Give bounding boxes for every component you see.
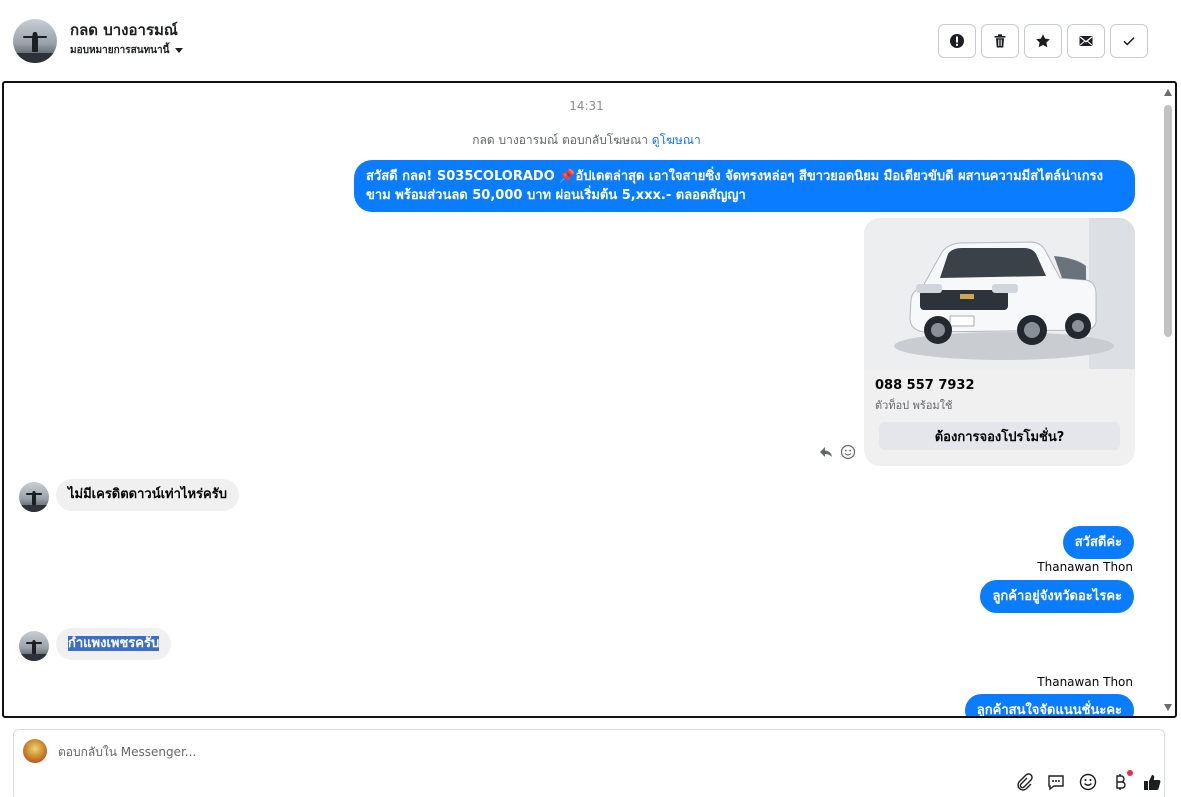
assign-label: มอบหมายการสนทนานี้ [70, 45, 170, 56]
outgoing-message-bubble: สวัสดีค่ะ [1062, 526, 1134, 559]
selected-text: กำแพงเพชรครับ [68, 636, 160, 651]
star-icon [1036, 34, 1050, 48]
pickup-truck-illustration [864, 218, 1135, 369]
sender-name: Thanawan Thon [1037, 675, 1133, 689]
checkmark-icon [1123, 37, 1135, 46]
ad-message-line1: สวัสดี กลด! S035COLORADO 📌อัปเดตล่าสุด เ… [366, 169, 1103, 184]
scroll-up-arrow-icon[interactable] [1164, 89, 1172, 96]
assign-conversation-dropdown[interactable]: มอบหมายการสนทนานี้ [70, 43, 184, 58]
caret-down-icon [175, 48, 184, 53]
envelope-icon [1079, 36, 1093, 46]
contact-message-avatar[interactable] [19, 631, 49, 661]
ad-card[interactable]: 088 557 7932 ตัวท็อป พร้อมใช้ ต้องการจอง… [864, 218, 1135, 466]
incoming-message-bubble: ไม่มีเครดิตดาวน์เท่าไหร่ครับ [56, 479, 239, 511]
exclamation-icon [950, 34, 964, 48]
message-timestamp: 14:31 [569, 99, 604, 113]
conversation-actions [938, 24, 1148, 58]
outgoing-message-bubble: ลูกค้าอยู่จังหวัดอะไรคะ [980, 580, 1134, 613]
conversation-scrollbar[interactable] [1163, 89, 1173, 711]
emoji-icon [1079, 773, 1097, 791]
mark-done-button[interactable] [1110, 24, 1148, 58]
sender-name: Thanawan Thon [1037, 560, 1133, 574]
saved-replies-button[interactable] [1046, 772, 1066, 796]
trash-icon [994, 34, 1006, 48]
card-subtitle: ตัวท็อป พร้อมใช้ [875, 399, 953, 412]
contact-avatar[interactable] [13, 19, 57, 63]
reply-input[interactable] [58, 742, 658, 762]
scroll-thumb[interactable] [1164, 105, 1172, 337]
message-tools [818, 444, 856, 460]
contact-message-avatar[interactable] [19, 482, 49, 512]
contact-name[interactable]: กลด บางอารมณ์ [70, 18, 178, 42]
ad-reply-note: กลด บางอารมณ์ ตอบกลับโฆษณา ดูโฆษณา [4, 131, 1169, 150]
notification-dot [1127, 770, 1133, 776]
car-image[interactable] [864, 218, 1135, 369]
ad-message-bubble: สวัสดี กลด! S035COLORADO 📌อัปเดตล่าสุด เ… [354, 160, 1135, 212]
card-phone: 088 557 7932 [875, 378, 975, 393]
react-emoji-icon[interactable] [840, 444, 856, 460]
messenger-inbox-page: กลด บางอารมณ์ มอบหมายการสนทนานี้ 14:31 ก… [0, 0, 1181, 797]
ad-reply-text: กลด บางอารมณ์ ตอบกลับโฆษณา [472, 133, 648, 147]
mark-unread-button[interactable] [1067, 24, 1105, 58]
conversation-header: กลด บางอารมณ์ มอบหมายการสนทนานี้ [0, 0, 1181, 80]
payment-button[interactable] [1110, 770, 1133, 796]
promo-booking-button[interactable]: ต้องการจองโปรโมชั่น? [879, 422, 1120, 450]
mark-spam-button[interactable] [938, 24, 976, 58]
scroll-down-arrow-icon[interactable] [1164, 704, 1172, 711]
outgoing-message-bubble: ลูกค้าสนใจจัดแนนชั่นะคะ [964, 694, 1134, 716]
emoji-button[interactable] [1078, 772, 1098, 796]
message-composer [13, 729, 1165, 797]
composer-tools [1014, 770, 1162, 796]
reply-icon[interactable] [818, 444, 834, 460]
attach-button[interactable] [1014, 772, 1034, 796]
thumbs-up-icon [1144, 775, 1161, 790]
ad-message-line2: ขาม พร้อมส่วนลด 50,000 บาท ผ่อนเริ่มต้น … [366, 188, 746, 203]
delete-button[interactable] [981, 24, 1019, 58]
conversation-panel[interactable]: 14:31 กลด บางอารมณ์ ตอบกลับโฆษณา ดูโฆษณา… [2, 81, 1177, 718]
incoming-message-bubble: กำแพงเพชรครับ [56, 628, 172, 660]
chat-bubble-icon [1048, 775, 1064, 791]
like-button[interactable] [1142, 772, 1162, 796]
paperclip-icon [1017, 773, 1033, 791]
page-avatar [23, 739, 47, 763]
star-button[interactable] [1024, 24, 1062, 58]
view-ad-link[interactable]: ดูโฆษณา [652, 133, 701, 147]
